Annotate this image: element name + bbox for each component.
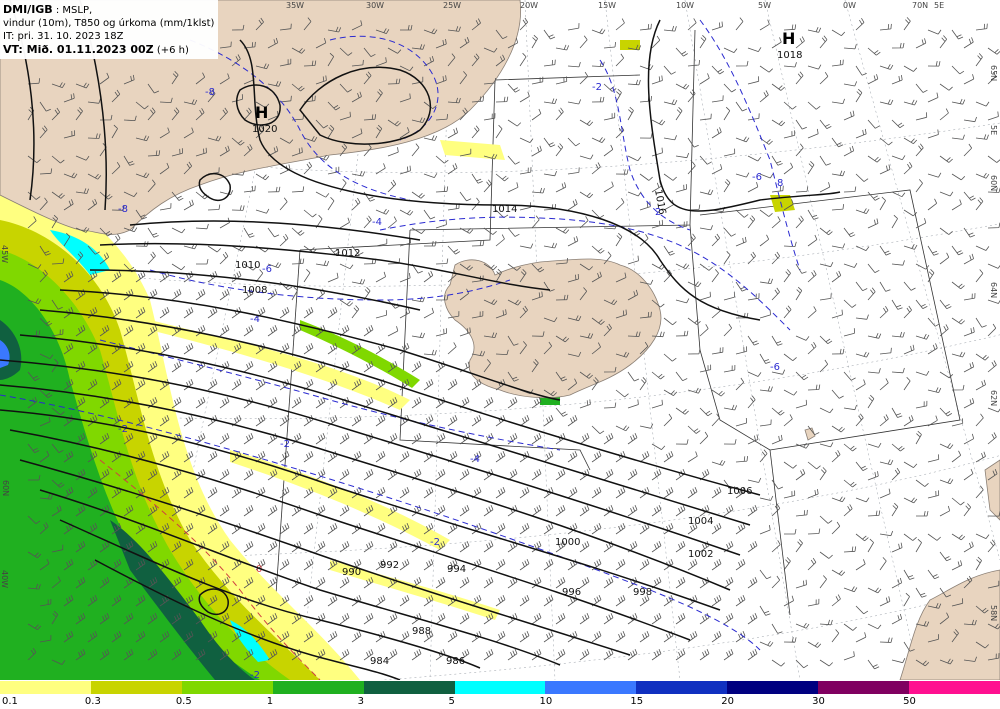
svg-text:64N: 64N — [989, 282, 998, 298]
svg-text:0W: 0W — [843, 1, 856, 10]
svg-text:H: H — [255, 103, 268, 122]
svg-text:8: 8 — [777, 178, 783, 189]
info-title: DMI/IGB — [3, 3, 53, 16]
high-pressure-center-2: H — [782, 29, 795, 48]
svg-text:1008: 1008 — [242, 285, 267, 296]
legend-label: 5 — [448, 696, 455, 707]
svg-text:1000: 1000 — [555, 537, 580, 548]
svg-text:20W: 20W — [520, 1, 538, 10]
legend-label: 1 — [266, 696, 274, 707]
svg-text:65N: 65N — [989, 65, 998, 81]
svg-text:45W: 45W — [0, 245, 9, 263]
svg-text:984: 984 — [370, 656, 389, 667]
svg-text:5E: 5E — [934, 1, 944, 10]
svg-text:-2: -2 — [430, 537, 440, 548]
legend-swatch — [90, 681, 183, 694]
svg-text:-8: -8 — [205, 87, 215, 98]
svg-text:-6: -6 — [262, 264, 272, 275]
legend-swatch — [818, 681, 911, 694]
legend-label: 0.3 — [84, 696, 101, 707]
map-info-box: DMI/IGB : MSLP, vindur (10m), T850 og úr… — [0, 0, 219, 59]
info-init-time: IT: pri. 31. 10. 2023 18Z — [3, 31, 124, 42]
legend-label: 15 — [630, 696, 644, 707]
info-valid-time-line: VT: Mið. 01.11.2023 00Z (+6 h) — [3, 43, 214, 57]
legend-swatch — [545, 681, 638, 694]
svg-text:62N: 62N — [989, 390, 998, 406]
info-valid-time: VT: Mið. 01.11.2023 00Z — [3, 43, 154, 56]
svg-text:-6: -6 — [770, 362, 780, 373]
svg-text:15W: 15W — [598, 1, 616, 10]
svg-text:-8: -8 — [118, 204, 128, 215]
legend-swatch — [181, 681, 274, 694]
svg-text:5W: 5W — [758, 1, 771, 10]
svg-text:30W: 30W — [366, 1, 384, 10]
svg-text:990: 990 — [342, 567, 361, 578]
svg-text:992: 992 — [380, 560, 399, 571]
svg-text:1004: 1004 — [688, 516, 713, 527]
svg-text:1014: 1014 — [492, 204, 517, 215]
svg-text:58N: 58N — [989, 605, 998, 621]
legend-label: 0.5 — [175, 696, 192, 707]
svg-text:1010: 1010 — [235, 260, 260, 271]
svg-text:-4: -4 — [372, 217, 382, 228]
svg-text:70N: 70N — [912, 1, 928, 10]
svg-text:-4: -4 — [470, 454, 480, 465]
svg-text:996: 996 — [562, 587, 581, 598]
legend-swatch — [0, 681, 92, 694]
svg-text:35W: 35W — [286, 1, 304, 10]
svg-text:-2: -2 — [280, 439, 290, 450]
svg-text:60N: 60N — [989, 175, 998, 191]
svg-text:1020: 1020 — [252, 124, 277, 135]
high-pressure-center-1: H — [255, 103, 268, 122]
svg-text:1002: 1002 — [688, 549, 713, 560]
svg-text:1012: 1012 — [335, 248, 360, 259]
svg-text:60N: 60N — [1, 480, 10, 496]
legend-label: 50 — [903, 696, 916, 707]
legend-swatch — [363, 681, 456, 694]
svg-text:-2: -2 — [250, 670, 260, 680]
svg-text:998: 998 — [633, 587, 652, 598]
legend-label: 10 — [539, 696, 553, 707]
legend-label: 20 — [721, 696, 734, 707]
svg-text:5E: 5E — [989, 125, 998, 135]
svg-text:994: 994 — [447, 564, 466, 575]
legend-swatch — [636, 681, 729, 694]
svg-text:-6: -6 — [752, 172, 762, 183]
svg-text:986: 986 — [446, 656, 465, 667]
legend-label: 3 — [357, 696, 364, 707]
svg-text:10W: 10W — [676, 1, 694, 10]
info-title-line: DMI/IGB : MSLP, — [3, 3, 214, 17]
svg-text:-2: -2 — [592, 82, 602, 93]
legend-label: 30 — [812, 696, 825, 707]
legend-swatch — [727, 681, 820, 694]
svg-text:-2: -2 — [118, 424, 128, 435]
svg-text:1006: 1006 — [727, 486, 752, 497]
legend-swatch — [909, 681, 1000, 694]
svg-text:25W: 25W — [443, 1, 461, 10]
info-title-rest: : MSLP, — [52, 5, 93, 16]
svg-text:40W: 40W — [0, 570, 9, 588]
legend-label: 0.1 — [2, 696, 18, 707]
weather-map: -2 -2 -2 -2 -4 -4 -4 -6 -6 -6 -8 -8 8 2 … — [0, 0, 1000, 680]
legend-swatch — [272, 681, 365, 694]
svg-text:988: 988 — [412, 626, 431, 637]
svg-text:H: H — [782, 29, 795, 48]
info-fields: vindur (10m), T850 og úrkoma (mm/1klst) — [3, 18, 215, 29]
svg-text:1018: 1018 — [777, 50, 802, 61]
info-forecast-hour: (+6 h) — [153, 45, 189, 56]
legend-swatch — [454, 681, 547, 694]
precipitation-legend: 0.1 0.3 0.5 1 3 5 10 15 20 30 50 — [0, 680, 1000, 709]
